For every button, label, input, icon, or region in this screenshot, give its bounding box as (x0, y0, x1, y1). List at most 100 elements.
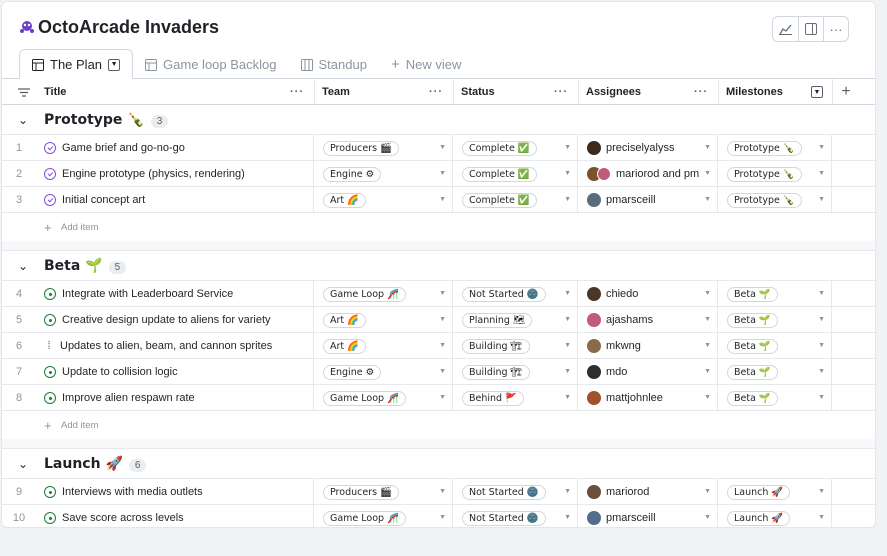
add-item-button[interactable]: + Add item (2, 411, 875, 439)
item-title[interactable]: Initial concept art (62, 194, 145, 206)
insights-icon[interactable] (773, 17, 798, 41)
chevron-down-icon[interactable]: ▼ (704, 514, 711, 521)
milestone-cell[interactable]: Beta 🌱 ▼ (718, 333, 832, 359)
chevron-down-icon[interactable]: ▼ (811, 86, 823, 98)
tab-standup[interactable]: Standup (289, 50, 379, 79)
assignees-cell[interactable]: chiedo ▼ (578, 281, 718, 307)
title-cell[interactable]: Game brief and go-no-go (36, 135, 314, 161)
chevron-down-icon[interactable]: ▼ (564, 316, 571, 323)
column-menu-icon[interactable]: ··· (429, 86, 443, 98)
chevron-down-icon[interactable]: ▼ (439, 394, 446, 401)
new-view-button[interactable]: + New view (379, 50, 473, 79)
team-cell[interactable]: Game Loop 🎢 ▼ (314, 385, 453, 411)
chevron-down-icon[interactable]: ▼ (439, 290, 446, 297)
row-options-icon[interactable] (10, 79, 36, 105)
column-menu-icon[interactable]: ··· (554, 86, 568, 98)
table-row[interactable]: 7 Update to collision logic Engine ⚙ ▼ Bu… (2, 359, 875, 385)
status-cell[interactable]: Complete ✅ ▼ (453, 187, 578, 213)
chevron-down-icon[interactable]: ▼ (564, 196, 571, 203)
chevron-down-icon[interactable]: ▼ (704, 290, 711, 297)
chevron-down-icon[interactable]: ▼ (818, 196, 825, 203)
title-cell[interactable]: ⁞ Updates to alien, beam, and cannon spri… (36, 333, 314, 359)
chevron-down-icon[interactable]: ▼ (818, 514, 825, 521)
title-cell[interactable]: Update to collision logic (36, 359, 314, 385)
item-title[interactable]: Game brief and go-no-go (62, 142, 185, 154)
chevron-down-icon[interactable]: ▼ (704, 316, 711, 323)
assignees-cell[interactable]: mkwng ▼ (578, 333, 718, 359)
table-row[interactable]: 10 Save score across levels Game Loop 🎢 ▼… (2, 505, 875, 527)
item-title[interactable]: Updates to alien, beam, and cannon sprit… (60, 340, 272, 352)
title-cell[interactable]: Improve alien respawn rate (36, 385, 314, 411)
team-cell[interactable]: Art 🌈 ▼ (314, 333, 453, 359)
chevron-down-icon[interactable]: ▼ (564, 514, 571, 521)
title-cell[interactable]: Integrate with Leaderboard Service (36, 281, 314, 307)
title-cell[interactable]: Initial concept art (36, 187, 314, 213)
status-cell[interactable]: Not Started 🌚 ▼ (453, 281, 578, 307)
status-cell[interactable]: Building 🏗 ▼ (453, 359, 578, 385)
chevron-down-icon[interactable]: ▼ (439, 144, 446, 151)
chevron-down-icon[interactable]: ▼ (704, 170, 711, 177)
team-cell[interactable]: Engine ⚙ ▼ (314, 161, 453, 187)
milestone-cell[interactable]: Beta 🌱 ▼ (718, 307, 832, 333)
milestone-cell[interactable]: Launch 🚀 ▼ (718, 479, 832, 505)
column-menu-icon[interactable]: ··· (290, 86, 304, 98)
add-item-button[interactable]: + Add item (2, 213, 875, 241)
chevron-down-icon[interactable]: ▼ (564, 144, 571, 151)
item-title[interactable]: Save score across levels (62, 512, 184, 524)
team-cell[interactable]: Game Loop 🎢 ▼ (314, 505, 453, 527)
side-panel-icon[interactable] (798, 17, 823, 41)
status-cell[interactable]: Not Started 🌚 ▼ (453, 479, 578, 505)
chevron-down-icon[interactable]: ▼ (704, 394, 711, 401)
milestone-cell[interactable]: Beta 🌱 ▼ (718, 385, 832, 411)
milestone-cell[interactable]: Prototype 🍾 ▼ (718, 135, 832, 161)
column-header-milestones[interactable]: Milestones ▼ (718, 79, 832, 105)
team-cell[interactable]: Art 🌈 ▼ (314, 307, 453, 333)
chevron-down-icon[interactable]: ▼ (818, 394, 825, 401)
chevron-down-icon[interactable]: ▼ (439, 368, 446, 375)
team-cell[interactable]: Producers 🎬 ▼ (314, 479, 453, 505)
table-row[interactable]: 6 ⁞ Updates to alien, beam, and cannon sp… (2, 333, 875, 359)
group-header[interactable]: ⌄ Launch 🚀 6 (2, 449, 875, 479)
column-header-team[interactable]: Team ··· (314, 79, 453, 105)
chevron-down-icon[interactable]: ▼ (439, 170, 446, 177)
chevron-down-icon[interactable]: ⌄ (18, 259, 28, 273)
chevron-down-icon[interactable]: ▼ (439, 196, 446, 203)
item-title[interactable]: Update to collision logic (62, 366, 178, 378)
chevron-down-icon[interactable]: ▼ (704, 488, 711, 495)
chevron-down-icon[interactable]: ▼ (704, 144, 711, 151)
group-header[interactable]: ⌄ Beta 🌱 5 (2, 251, 875, 281)
team-cell[interactable]: Producers 🎬 ▼ (314, 135, 453, 161)
assignees-cell[interactable]: pmarsceill ▼ (578, 505, 718, 527)
chevron-down-icon[interactable]: ▼ (439, 316, 446, 323)
tab-game-loop-backlog[interactable]: Game loop Backlog (133, 50, 288, 79)
status-cell[interactable]: Not Started 🌚 ▼ (453, 505, 578, 527)
column-menu-icon[interactable]: ··· (694, 86, 708, 98)
chevron-down-icon[interactable]: ▼ (704, 196, 711, 203)
chevron-down-icon[interactable]: ▼ (439, 488, 446, 495)
status-cell[interactable]: Complete ✅ ▼ (453, 135, 578, 161)
chevron-down-icon[interactable]: ▼ (564, 290, 571, 297)
team-cell[interactable]: Art 🌈 ▼ (314, 187, 453, 213)
column-header-title[interactable]: Title ··· (36, 79, 314, 105)
chevron-down-icon[interactable]: ▼ (439, 514, 446, 521)
status-cell[interactable]: Planning 🗺 ▼ (453, 307, 578, 333)
more-icon[interactable]: ··· (823, 17, 848, 41)
group-header[interactable]: ⌄ Prototype 🍾 3 (2, 105, 875, 135)
table-row[interactable]: 3 Initial concept art Art 🌈 ▼ Complete ✅ ▼… (2, 187, 875, 213)
title-cell[interactable]: Creative design update to aliens for var… (36, 307, 314, 333)
chevron-down-icon[interactable]: ▼ (818, 290, 825, 297)
chevron-down-icon[interactable]: ▼ (704, 342, 711, 349)
chevron-down-icon[interactable]: ▼ (439, 342, 446, 349)
assignees-cell[interactable]: pmarsceill ▼ (578, 187, 718, 213)
status-cell[interactable]: Complete ✅ ▼ (453, 161, 578, 187)
item-title[interactable]: Creative design update to aliens for var… (62, 314, 271, 326)
team-cell[interactable]: Game Loop 🎢 ▼ (314, 281, 453, 307)
assignees-cell[interactable]: mariorod ▼ (578, 479, 718, 505)
team-cell[interactable]: Engine ⚙ ▼ (314, 359, 453, 385)
chevron-down-icon[interactable]: ▼ (818, 316, 825, 323)
column-header-status[interactable]: Status ··· (453, 79, 578, 105)
chevron-down-icon[interactable]: ▼ (818, 144, 825, 151)
tab-the-plan[interactable]: The Plan ▼ (19, 49, 134, 79)
table-row[interactable]: 2 Engine prototype (physics, rendering) … (2, 161, 875, 187)
chevron-down-icon[interactable]: ▼ (818, 170, 825, 177)
